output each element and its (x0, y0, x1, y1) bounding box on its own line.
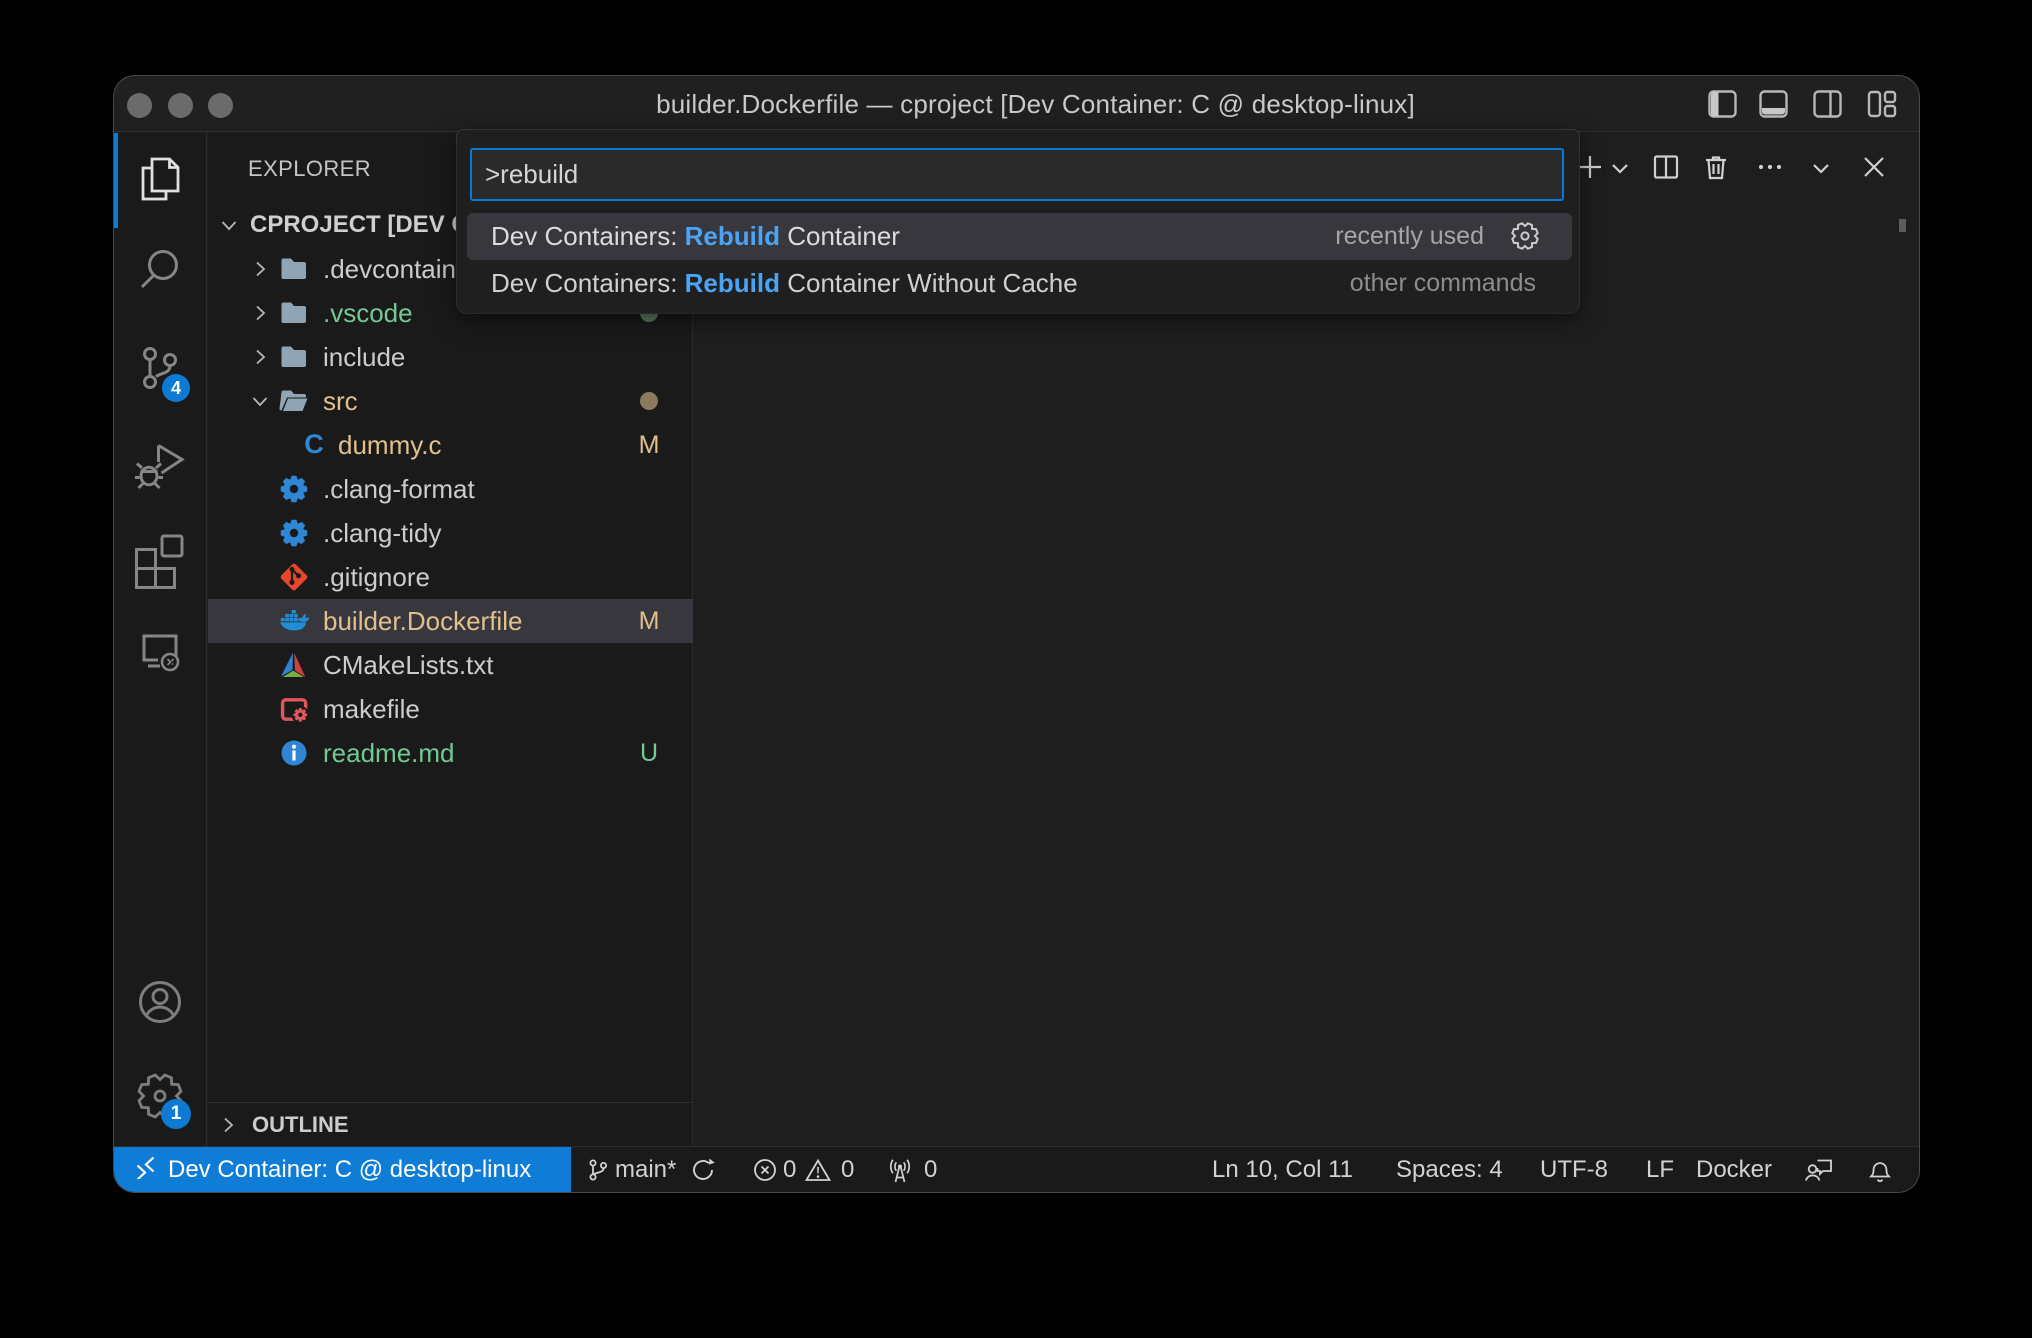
svg-text:C: C (304, 430, 324, 459)
